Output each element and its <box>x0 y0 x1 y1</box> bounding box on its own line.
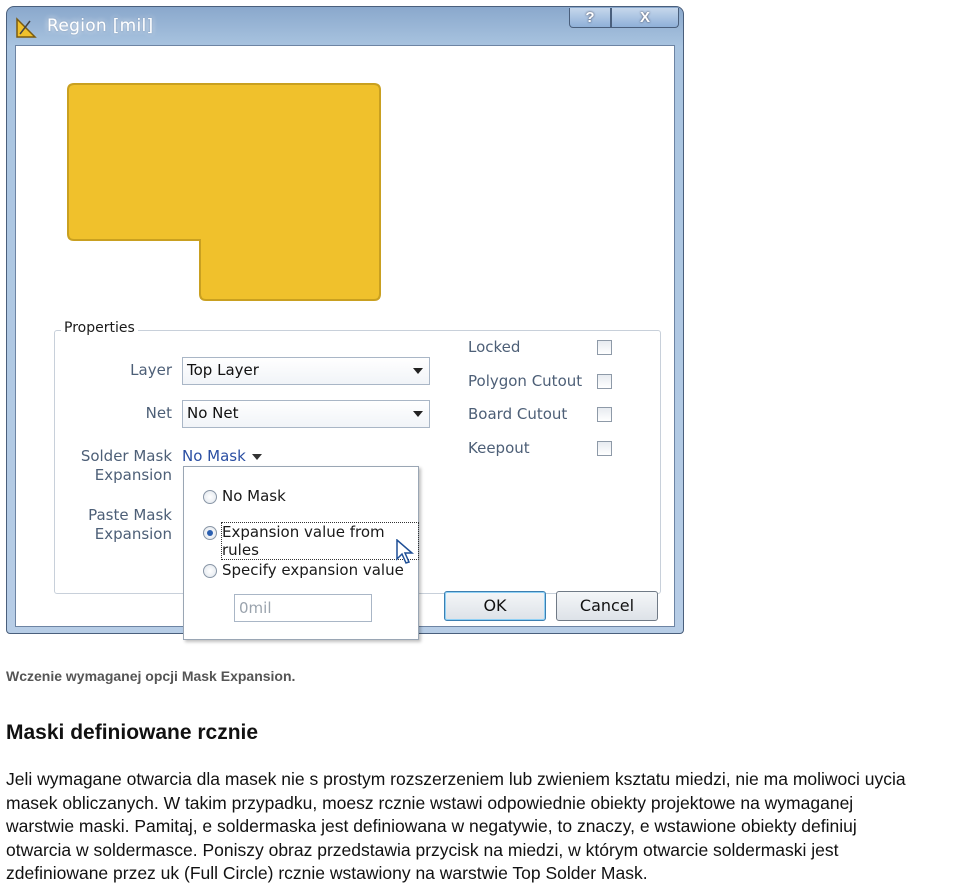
specify-expansion-option-label[interactable]: Specify expansion value <box>222 561 404 579</box>
region-icon <box>16 17 37 38</box>
help-button[interactable]: ? <box>569 8 611 28</box>
window-title: Region [mil] <box>47 16 154 36</box>
expansion-from-rules-radio[interactable] <box>203 526 217 540</box>
solder-mask-select-value: No Mask <box>182 447 246 465</box>
section-heading: Maski definiowane rcznie <box>6 721 259 744</box>
region-preview <box>67 83 381 301</box>
title-bar[interactable]: Region [mil] ? X <box>7 7 683 47</box>
paragraph-line: otwarcia w soldermasce. Poniszy obraz pr… <box>6 839 839 860</box>
solder-mask-select[interactable]: No Mask <box>182 447 262 465</box>
polygon-cutout-label: Polygon Cutout <box>468 372 583 390</box>
body-paragraph: Jeli wymagane otwarcia dla masek nie s p… <box>6 768 960 886</box>
paste-mask-label: Paste Mask Expansion <box>56 506 172 544</box>
region-dialog: Region [mil] ? X Properties Layer Top La… <box>6 6 684 640</box>
expansion-value-input[interactable]: 0mil <box>234 594 372 622</box>
layer-label: Layer <box>130 361 172 379</box>
expansion-from-rules-option-label[interactable]: Expansion value from rules <box>221 522 419 560</box>
chevron-down-icon <box>251 453 262 460</box>
layer-select[interactable]: Top Layer <box>182 357 430 385</box>
paragraph-line: warstwie maski. Pamitaj, e soldermaska j… <box>6 816 857 836</box>
board-cutout-checkbox[interactable] <box>597 407 612 422</box>
locked-checkbox[interactable] <box>597 340 612 355</box>
paste-mask-label-line2: Expansion <box>94 525 172 543</box>
locked-label: Locked <box>468 338 521 356</box>
chevron-down-icon <box>413 368 423 374</box>
net-label: Net <box>145 404 172 422</box>
paragraph-line: Jeli wymagane otwarcia dla masek nie s p… <box>6 769 906 789</box>
region-shape[interactable] <box>67 83 381 301</box>
polygon-cutout-checkbox[interactable] <box>597 374 612 389</box>
solder-mask-dropdown-popup: No Mask Expansion value from rules Speci… <box>183 466 419 640</box>
ok-button[interactable]: OK <box>444 591 546 621</box>
net-select[interactable]: No Net <box>182 400 430 428</box>
mouse-cursor-icon <box>396 539 415 564</box>
solder-mask-label: Solder Mask Expansion <box>56 447 172 485</box>
no-mask-option-label[interactable]: No Mask <box>222 487 286 505</box>
solder-mask-label-line2: Expansion <box>94 466 172 484</box>
solder-mask-label-line1: Solder Mask <box>80 447 172 465</box>
paste-mask-label-line1: Paste Mask <box>88 506 172 524</box>
board-cutout-label: Board Cutout <box>468 405 568 423</box>
keepout-checkbox[interactable] <box>597 441 612 456</box>
paragraph-line: zdefiniowane przez uk (Full Circle) rczn… <box>6 863 648 883</box>
dialog-client-area: Properties Layer Top Layer Net No Net So… <box>15 45 675 640</box>
properties-group-label: Properties <box>61 320 138 336</box>
keepout-label: Keepout <box>468 439 530 457</box>
specify-expansion-radio[interactable] <box>203 564 217 578</box>
close-button[interactable]: X <box>611 8 679 28</box>
chevron-down-icon <box>413 411 423 417</box>
net-select-value: No Net <box>187 404 239 422</box>
cancel-button[interactable]: Cancel <box>556 591 658 621</box>
paragraph-line: masek obliczanych. W takim przypadku, mo… <box>6 792 854 813</box>
image-caption: Wczenie wymaganej opcji Mask Expansion. <box>6 668 296 684</box>
no-mask-radio[interactable] <box>203 490 217 504</box>
layer-select-value: Top Layer <box>187 361 259 379</box>
